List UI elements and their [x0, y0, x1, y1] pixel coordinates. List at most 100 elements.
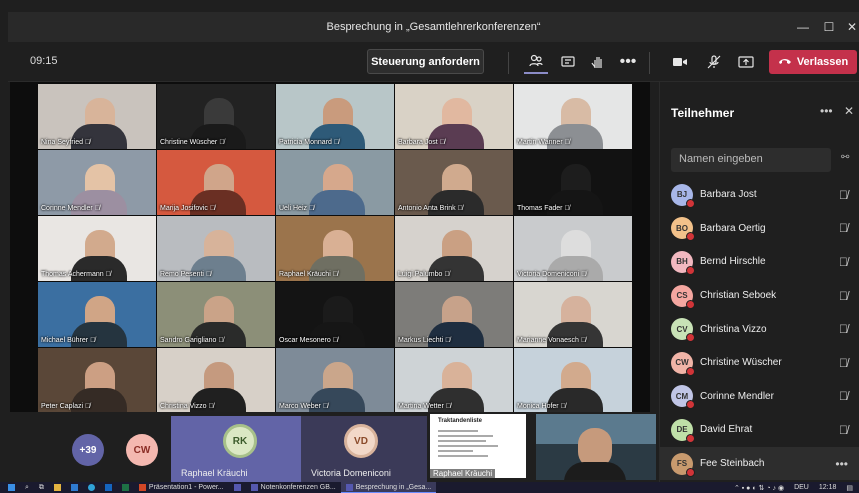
close-window-button[interactable]: ✕ — [839, 12, 859, 42]
video-tile[interactable]: Sandro Garigliano 🎙̸ — [157, 282, 275, 347]
video-tile[interactable]: Remo Pesenti 🎙̸ — [157, 216, 275, 281]
video-tile[interactable]: Raphael Kräuchi 🎙̸ — [276, 216, 394, 281]
start-icon[interactable] — [0, 482, 20, 493]
more-options-icon[interactable]: ••• — [835, 457, 848, 471]
mic-muted-icon[interactable]: 🎙̸ — [839, 356, 848, 370]
teams-window: Besprechung in „Gesamtlehrerkonferenzen“… — [8, 12, 859, 482]
mic-muted-icon[interactable] — [702, 50, 726, 74]
video-tile[interactable]: Nina Seyfried 🎙̸ — [38, 84, 156, 149]
mic-muted-icon[interactable]: 🎙̸ — [839, 423, 848, 437]
participant-row[interactable]: CV Christina Vizzo 🎙̸ — [660, 312, 859, 346]
presenter-name: Raphael Kräuchi — [430, 469, 496, 478]
mic-muted-icon[interactable]: 🎙̸ — [839, 221, 848, 235]
participant-row[interactable]: CW Christine Wüscher 🎙̸ — [660, 346, 859, 380]
notifications-icon[interactable]: ▤ — [841, 482, 859, 493]
video-tile[interactable]: Peter Caplazi 🎙̸ — [38, 348, 156, 413]
video-tile[interactable]: Marco Weber 🎙̸ — [276, 348, 394, 413]
participant-row[interactable]: BJ Barbara Jost 🎙̸ — [660, 178, 859, 212]
participant-name: Victoria Domeniconi — [311, 468, 391, 478]
browser-icon[interactable] — [83, 482, 100, 493]
teams-icon[interactable] — [229, 482, 246, 493]
panel-more-icon[interactable]: ••• — [820, 104, 833, 118]
taskbar-item-notenkonferenzen[interactable]: Notenkonferenzen GB... — [246, 482, 341, 493]
participant-row[interactable]: BH Bernd Hirschle 🎙̸ — [660, 245, 859, 279]
task-view-icon[interactable]: ⧉ — [34, 482, 49, 493]
search-icon[interactable]: ⌕ — [20, 482, 34, 493]
request-control-button[interactable]: Steuerung anfordern — [367, 49, 484, 74]
share-screen-icon[interactable] — [734, 50, 758, 74]
shared-presentation[interactable]: Traktandenliste Raphael Kräuchi — [430, 414, 526, 478]
teams-icon — [250, 484, 258, 491]
outlook-icon[interactable] — [100, 482, 117, 493]
video-tile[interactable]: Thomas Fader 🎙̸ — [514, 150, 632, 215]
video-tile[interactable]: Monica Hofer 🎙̸ — [514, 348, 632, 413]
video-tile[interactable]: Martin Wanner 🎙̸ — [514, 84, 632, 149]
participant-row[interactable]: CS Christian Seboek 🎙̸ — [660, 279, 859, 313]
video-tile[interactable]: Markus Liechti 🎙̸ — [395, 282, 513, 347]
close-panel-icon[interactable]: ✕ — [844, 104, 854, 118]
toolbar-divider — [508, 52, 509, 74]
participant-name: Bernd Hirschle — [700, 256, 766, 268]
video-tile[interactable]: Martina Wetter 🎙̸ — [395, 348, 513, 413]
participant-search-input[interactable]: Namen eingeben — [671, 148, 831, 172]
video-tile[interactable]: Marianne Vonaesch 🎙̸ — [514, 282, 632, 347]
mic-muted-icon[interactable]: 🎙̸ — [839, 289, 848, 303]
chat-icon[interactable] — [556, 50, 580, 74]
mic-muted-icon: 🎙̸ — [444, 271, 450, 278]
participant-name: Michael Bührer 🎙̸ — [41, 337, 96, 344]
excel-icon[interactable] — [117, 482, 134, 493]
mic-muted-icon[interactable]: 🎙̸ — [839, 389, 848, 403]
participants-icon[interactable] — [524, 50, 548, 74]
mic-muted-icon[interactable]: 🎙̸ — [839, 322, 848, 336]
camera-icon[interactable] — [668, 50, 692, 74]
mic-muted-icon: 🎙̸ — [564, 139, 570, 146]
video-tile[interactable]: Michael Bührer 🎙̸ — [38, 282, 156, 347]
avatar: CV — [671, 318, 695, 343]
taskbar-item-meeting[interactable]: Besprechung in „Gesa... — [340, 482, 437, 493]
participant-row[interactable]: CM Corinne Mendler 🎙̸ — [660, 380, 859, 414]
video-tile[interactable]: Antonio Anta Brink 🎙̸ — [395, 150, 513, 215]
panel-title: Teilnehmer — [671, 106, 735, 120]
file-explorer-icon[interactable] — [49, 482, 66, 493]
app-icon[interactable] — [66, 482, 83, 493]
mic-muted-icon: 🎙̸ — [457, 205, 463, 212]
participant-name: Antonio Anta Brink 🎙̸ — [398, 205, 463, 212]
avatar: BH — [671, 250, 695, 275]
language-indicator[interactable]: DEU — [789, 482, 814, 493]
mic-muted-icon: 🎙̸ — [105, 271, 111, 278]
video-tile[interactable]: Barbara Jost 🎙̸ — [395, 84, 513, 149]
participant-row[interactable]: FS Fee Steinbach ••• — [660, 446, 859, 481]
participant-name: Barbara Oertig — [700, 222, 766, 234]
video-tile[interactable]: Ueli Heiz 🎙̸ — [276, 150, 394, 215]
video-tile[interactable]: Patricia Monnard 🎙̸ — [276, 84, 394, 149]
avatar: CW — [126, 434, 158, 466]
video-tile[interactable]: Oscar Mesonero 🎙̸ — [276, 282, 394, 347]
participant-row[interactable]: DE David Ehrat 🎙̸ — [660, 413, 859, 447]
video-tile[interactable]: Thomas Achermann 🎙̸ — [38, 216, 156, 281]
video-tile[interactable]: Christine Wüscher 🎙̸ — [157, 84, 275, 149]
video-tile[interactable]: Christina Vizzo 🎙̸ — [157, 348, 275, 413]
video-tile[interactable]: Marija Josifovic 🎙̸ — [157, 150, 275, 215]
participant-row[interactable]: BO Barbara Oertig 🎙̸ — [660, 212, 859, 246]
video-tile[interactable]: Luigi Palumbo 🎙̸ — [395, 216, 513, 281]
video-tile[interactable]: Corinne Mendler 🎙̸ — [38, 150, 156, 215]
slide-text-line — [438, 440, 486, 442]
minimize-button[interactable]: — — [790, 12, 816, 42]
participant-name: Markus Liechti 🎙̸ — [398, 337, 451, 344]
taskbar-item-powerpoint[interactable]: Präsentation1 - Power... — [134, 482, 229, 493]
participant-tile[interactable]: VD Victoria Domeniconi — [301, 416, 427, 482]
leave-button[interactable]: Verlassen — [769, 50, 857, 74]
raise-hand-icon[interactable] — [586, 50, 610, 74]
share-invite-icon[interactable]: ⚯ — [841, 152, 849, 163]
avatar: CW — [671, 351, 695, 376]
video-tile[interactable]: Victoria Domeniconi 🎙̸ — [514, 216, 632, 281]
mic-muted-icon[interactable]: 🎙̸ — [839, 255, 848, 269]
more-options-icon[interactable]: ••• — [616, 50, 640, 74]
clock[interactable]: 12:18 — [814, 482, 842, 493]
participant-tile[interactable]: RK Raphael Kräuchi — [171, 416, 311, 482]
tray-icons[interactable]: ⌃ ▪ ● ◐ ⇅ ◔ ♪ ◉ — [729, 482, 789, 493]
self-video[interactable] — [536, 414, 656, 480]
mic-muted-icon[interactable]: 🎙̸ — [839, 188, 848, 202]
more-participants-count[interactable]: +39 — [72, 434, 104, 466]
avatar: CS — [671, 284, 695, 309]
